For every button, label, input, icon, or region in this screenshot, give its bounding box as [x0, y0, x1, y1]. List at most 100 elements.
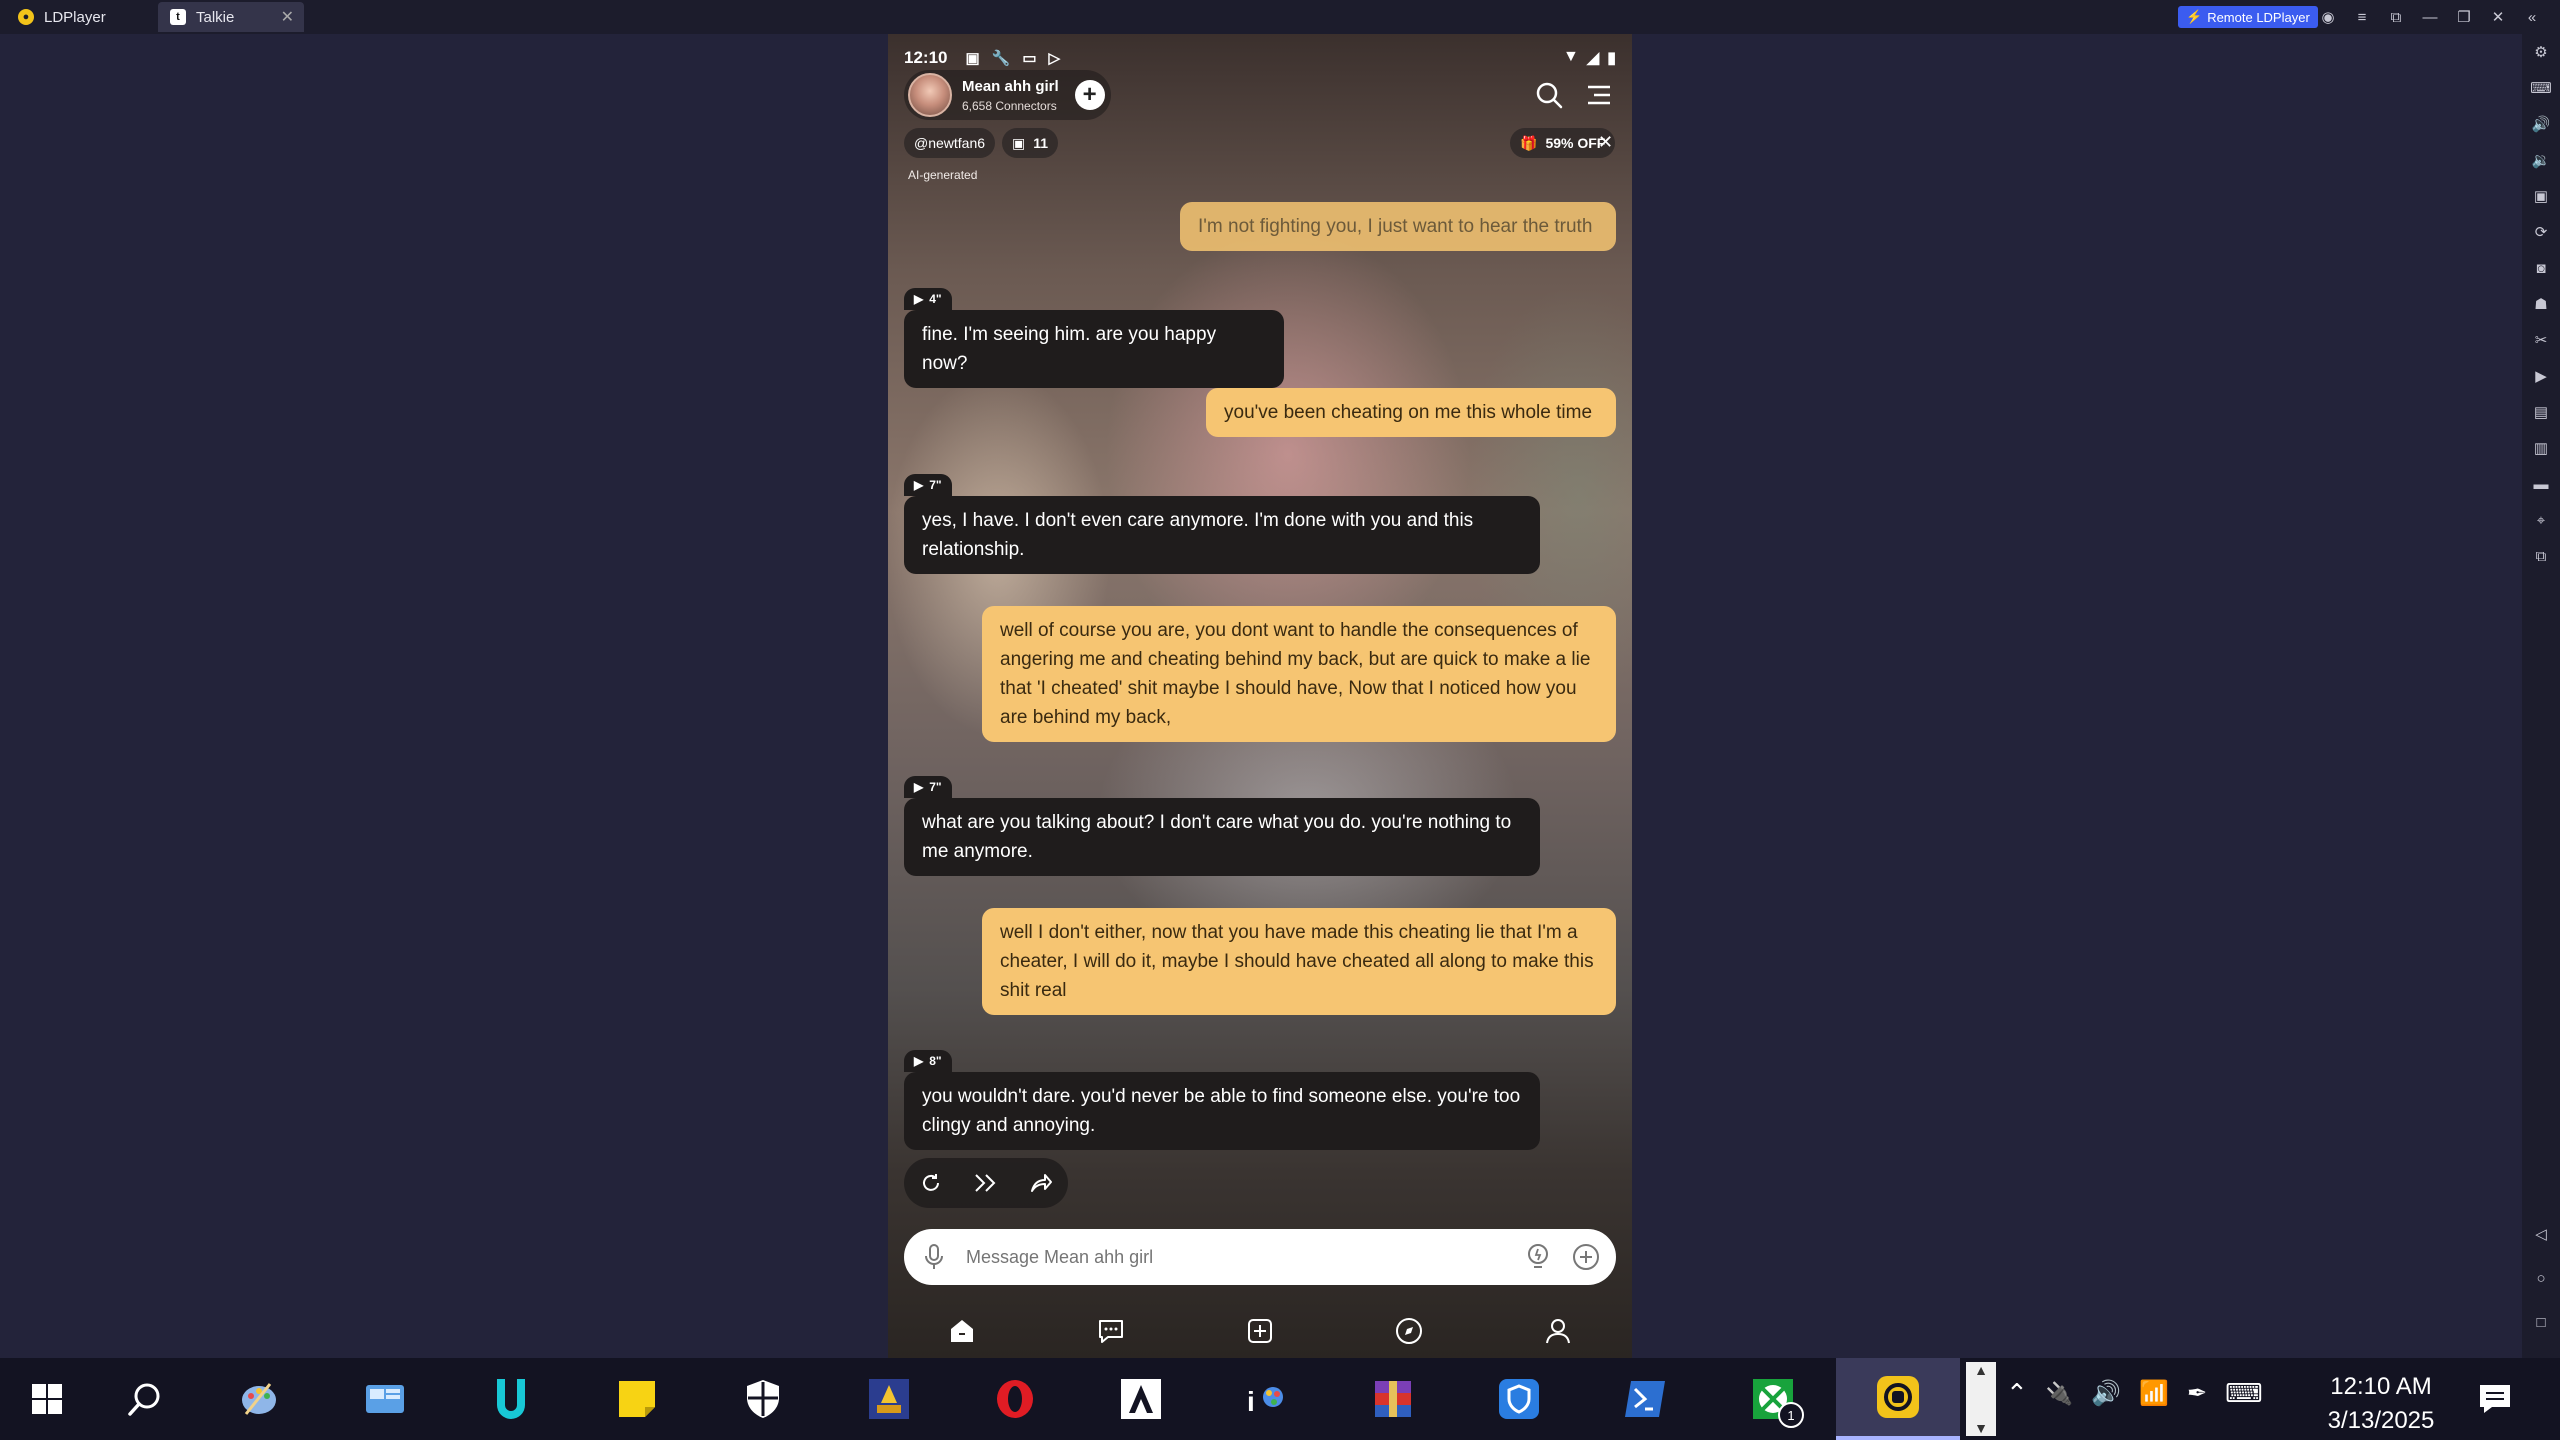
- opera-browser-icon[interactable]: [988, 1372, 1042, 1426]
- xbox-icon[interactable]: 1: [1746, 1372, 1804, 1428]
- location-icon[interactable]: ⌖: [2531, 510, 2551, 530]
- play-icon: ▶: [914, 1054, 924, 1068]
- rotate-icon[interactable]: ⟳: [2531, 222, 2551, 242]
- notifications-icon[interactable]: [2468, 1372, 2522, 1426]
- messages-icon[interactable]: [1091, 1311, 1131, 1351]
- robot-icon[interactable]: ☗: [2531, 294, 2551, 314]
- menu-list-icon[interactable]: [1582, 78, 1616, 112]
- create-icon[interactable]: [1240, 1311, 1280, 1351]
- add-attachment-icon[interactable]: [1568, 1239, 1604, 1275]
- voice-duration-button[interactable]: ▶ 4": [904, 288, 952, 310]
- voice-duration: 4": [929, 292, 942, 306]
- keyboard-icon[interactable]: ⌨: [2225, 1378, 2263, 1409]
- powershell-icon[interactable]: [1618, 1372, 1672, 1426]
- video-icon[interactable]: ▶: [2531, 366, 2551, 386]
- ldplayer-taskbar-icon[interactable]: [1836, 1358, 1960, 1440]
- vector-app-icon[interactable]: [1114, 1372, 1168, 1426]
- home-icon[interactable]: [942, 1311, 982, 1351]
- collapse-sidebar-icon[interactable]: «: [2520, 5, 2544, 29]
- account-icon[interactable]: ◉: [2316, 5, 2340, 29]
- scissors-icon[interactable]: ✂: [2531, 330, 2551, 350]
- menu-icon[interactable]: ≡: [2350, 5, 2374, 29]
- network-icon[interactable]: 📶: [2139, 1379, 2169, 1408]
- regenerate-icon[interactable]: [914, 1166, 948, 1200]
- control-panel-icon[interactable]: [358, 1372, 412, 1426]
- character-avatar[interactable]: [908, 73, 952, 117]
- android-home-icon[interactable]: ○: [2531, 1268, 2551, 1288]
- shield-vpn-icon[interactable]: [1492, 1372, 1546, 1426]
- message-composer: [904, 1229, 1616, 1285]
- microphone-icon[interactable]: [916, 1239, 952, 1275]
- battery-icon: ▮: [1607, 50, 1616, 67]
- windows-security-icon[interactable]: [736, 1372, 790, 1426]
- tab-ldplayer[interactable]: ● LDPlayer: [6, 2, 156, 32]
- android-recents-icon[interactable]: □: [2531, 1312, 2551, 1332]
- apk-icon[interactable]: ▤: [2531, 402, 2551, 422]
- tab-talkie[interactable]: t Talkie ✕: [158, 2, 304, 32]
- record-icon[interactable]: ◙: [2531, 258, 2551, 278]
- windows-start-icon[interactable]: [20, 1372, 74, 1426]
- ldplayer-logo-icon: ●: [18, 9, 34, 25]
- scroll-down-icon[interactable]: ▼: [1974, 1420, 1988, 1436]
- character-info[interactable]: Mean ahh girl 6,658 Connectors +: [904, 70, 1111, 120]
- settings-icon[interactable]: ⚙: [2531, 42, 2551, 62]
- tray-overflow-icon[interactable]: ⌃: [2006, 1378, 2028, 1409]
- android-back-icon[interactable]: ◁: [2531, 1224, 2551, 1244]
- creator-chip[interactable]: @newtfan6: [904, 128, 996, 158]
- lightning-icon: ⚡: [2186, 9, 2203, 24]
- voice-duration: 7": [929, 478, 942, 492]
- follow-button[interactable]: +: [1074, 80, 1105, 110]
- minimize-icon[interactable]: —: [2418, 5, 2442, 29]
- multi-window-icon[interactable]: ⧉: [2384, 5, 2408, 29]
- voice-duration-button[interactable]: ▶ 8": [904, 1050, 952, 1072]
- memories-chip[interactable]: ▣ 11: [1002, 128, 1059, 158]
- clock-date: 3/13/2025: [2327, 1407, 2435, 1434]
- close-discount-icon[interactable]: ✕: [1598, 132, 1613, 153]
- sticky-notes-icon[interactable]: [610, 1372, 664, 1426]
- u-app-icon[interactable]: [484, 1372, 538, 1426]
- voice-duration-button[interactable]: ▶ 7": [904, 474, 952, 496]
- share-icon[interactable]: [1024, 1166, 1058, 1200]
- keyboard-map-icon[interactable]: ⌨: [2530, 78, 2552, 98]
- power-plug-icon[interactable]: 🔌: [2046, 1381, 2073, 1407]
- search-taskbar-icon[interactable]: [118, 1372, 172, 1426]
- message-actions: [904, 1158, 1068, 1208]
- notification-a-icon: ▣: [965, 50, 980, 67]
- folder-icon[interactable]: ▬: [2531, 474, 2551, 494]
- emulator-titlebar: ● LDPlayer t Talkie ✕ ⚡ Remote LDPlayer …: [0, 0, 2560, 34]
- tab-close-icon[interactable]: ✕: [281, 7, 294, 27]
- game-app-icon[interactable]: [862, 1372, 916, 1426]
- pen-icon[interactable]: ✒: [2187, 1379, 2207, 1408]
- clipboard-icon[interactable]: ▥: [2531, 438, 2551, 458]
- voice-duration: 7": [929, 780, 942, 794]
- scroll-up-icon[interactable]: ▲: [1974, 1362, 1988, 1378]
- continue-icon[interactable]: [969, 1166, 1003, 1200]
- search-icon[interactable]: [1532, 78, 1566, 112]
- windows-taskbar: i 1 ▲ ▼ ⌃ 🔌 🔊 📶 ✒ ⌨ 12:10 AM 3/13/2025: [0, 1358, 2560, 1440]
- volume-down-icon[interactable]: 🔉: [2531, 150, 2551, 170]
- status-time: 12:10: [904, 48, 948, 67]
- phone-screen: 12:10 ▣ 🔧 ▭ ▷ ▼ ◢ ▮ Mean ahh girl 6,658 …: [888, 34, 1632, 1358]
- remote-ldplayer-button[interactable]: ⚡ Remote LDPlayer: [2178, 6, 2318, 28]
- profile-icon[interactable]: [1538, 1311, 1578, 1351]
- wrench-icon: 🔧: [991, 50, 1011, 67]
- paint-palette-icon[interactable]: [232, 1372, 286, 1426]
- lightbulb-icon[interactable]: [1520, 1239, 1556, 1275]
- chat-bubble-icon: ▣: [1012, 134, 1026, 151]
- play-icon: ▶: [914, 478, 924, 492]
- winrar-icon[interactable]: [1366, 1372, 1420, 1426]
- volume-icon[interactable]: 🔊: [2091, 1379, 2121, 1408]
- restore-icon[interactable]: ❐: [2452, 5, 2476, 29]
- voice-duration: 8": [929, 1054, 942, 1068]
- close-window-icon[interactable]: ✕: [2486, 5, 2510, 29]
- screenshot-icon[interactable]: ▣: [2531, 186, 2551, 206]
- user-message: well of course you are, you dont want to…: [982, 606, 1616, 742]
- voice-duration-button[interactable]: ▶ 7": [904, 776, 952, 798]
- multi-instance-icon[interactable]: ⧉: [2531, 546, 2551, 566]
- taskbar-clock[interactable]: 12:10 AM 3/13/2025: [2316, 1370, 2446, 1438]
- taskbar-scroll[interactable]: ▲ ▼: [1966, 1362, 1996, 1436]
- volume-up-icon[interactable]: 🔊: [2531, 114, 2551, 134]
- message-input[interactable]: [964, 1245, 1508, 1269]
- paint-net-icon[interactable]: i: [1240, 1372, 1294, 1426]
- explore-icon[interactable]: [1389, 1311, 1429, 1351]
